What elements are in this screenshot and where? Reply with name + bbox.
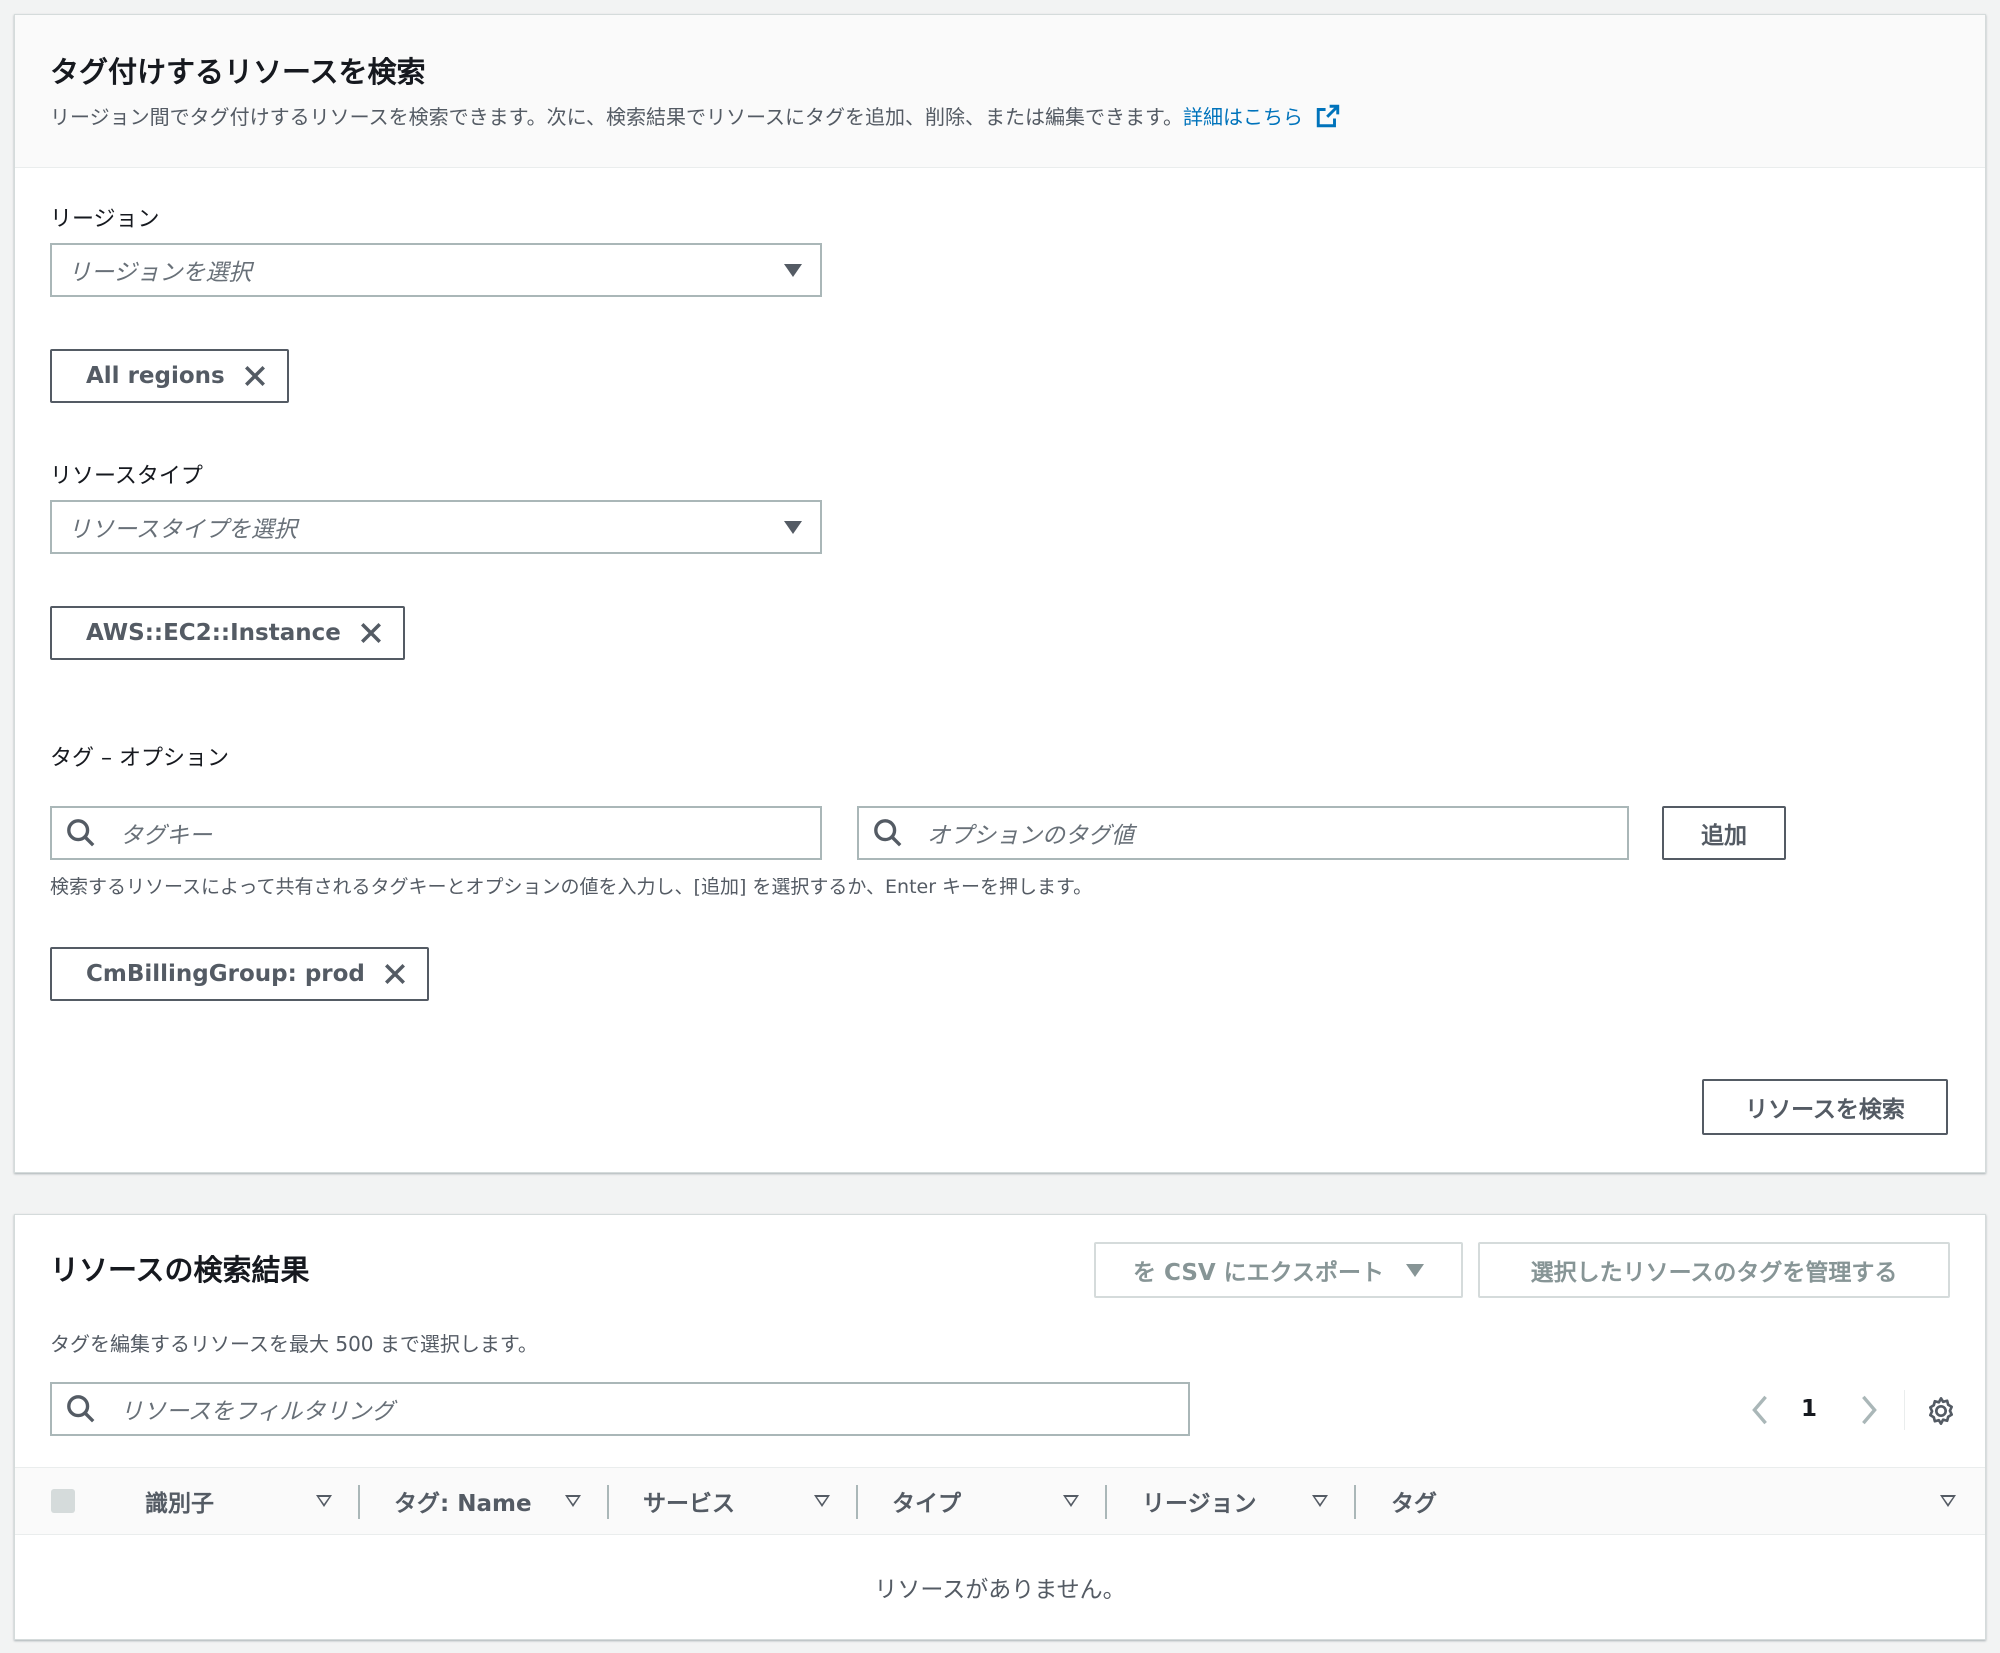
column-header-service[interactable]: サービス: [643, 1468, 735, 1534]
description-text: リージョン間でタグ付けするリソースを検索できます。次に、検索結果でリソースにタグ…: [50, 105, 1183, 129]
resource-type-token: AWS::EC2::Instance: [50, 606, 405, 660]
sort-icon[interactable]: [1940, 1495, 1956, 1507]
tag-key-placeholder: タグキー: [120, 823, 212, 849]
column-header-type[interactable]: タイプ: [892, 1468, 961, 1534]
tag-key-input[interactable]: タグキー: [50, 806, 822, 860]
close-icon[interactable]: [381, 960, 409, 988]
search-icon: [874, 819, 902, 847]
sort-icon[interactable]: [1063, 1495, 1079, 1507]
column-divider[interactable]: [1354, 1485, 1356, 1519]
column-divider[interactable]: [1105, 1485, 1107, 1519]
caret-down-icon: [784, 521, 802, 534]
external-link-icon: [1317, 104, 1340, 128]
region-token: All regions: [50, 349, 289, 403]
search-panel-description: リージョン間でタグ付けするリソースを検索できます。次に、検索結果でリソースにタグ…: [50, 101, 1341, 130]
search-resources-panel: タグ付けするリソースを検索 リージョン間でタグ付けするリソースを検索できます。次…: [14, 14, 1986, 1173]
column-divider[interactable]: [358, 1485, 360, 1519]
pagination-divider: [1904, 1390, 1905, 1430]
search-results-panel: リソースの検索結果 を CSV にエクスポート 選択したリソースのタグを管理する…: [14, 1214, 1986, 1640]
column-header-region[interactable]: リージョン: [1142, 1468, 1257, 1534]
empty-results-message: リソースがありません。: [874, 1577, 1126, 1603]
learn-more-label: 詳細はこちら: [1183, 105, 1303, 129]
previous-page-icon[interactable]: [1748, 1395, 1772, 1425]
learn-more-link[interactable]: 詳細はこちら: [1183, 104, 1341, 129]
export-csv-button[interactable]: を CSV にエクスポート: [1094, 1242, 1463, 1298]
page-number[interactable]: 1: [1801, 1396, 1817, 1422]
results-panel-description: タグを編集するリソースを最大 500 まで選択します。: [50, 1332, 538, 1356]
search-panel-header: [15, 15, 1985, 168]
tags-hint: 検索するリソースによって共有されるタグキーとオプションの値を入力し、[追加] を…: [50, 876, 1093, 898]
add-tag-button[interactable]: 追加: [1662, 806, 1786, 860]
sort-icon[interactable]: [1312, 1495, 1328, 1507]
column-header-tags[interactable]: タグ: [1391, 1468, 1437, 1534]
filter-resources-placeholder: リソースをフィルタリング: [120, 1399, 395, 1425]
close-icon[interactable]: [241, 362, 269, 390]
column-header-tag-name[interactable]: タグ: Name: [394, 1468, 532, 1534]
caret-down-icon: [784, 264, 802, 277]
resource-type-label: リソースタイプ: [50, 464, 203, 489]
gear-icon[interactable]: [1925, 1395, 1957, 1427]
region-select-placeholder: リージョンを選択: [68, 260, 252, 286]
tag-value-input[interactable]: オプションのタグ値: [857, 806, 1629, 860]
resource-type-token-label: AWS::EC2::Instance: [86, 620, 341, 646]
tags-label: タグ – オプション: [50, 746, 229, 771]
results-table-header: 識別子 タグ: Name サービス タイプ リージョン タグ: [15, 1467, 1985, 1535]
column-divider[interactable]: [607, 1485, 609, 1519]
export-csv-label: を CSV にエクスポート: [1133, 1260, 1384, 1286]
region-select[interactable]: リージョンを選択: [50, 243, 822, 297]
sort-icon[interactable]: [316, 1495, 332, 1507]
tag-token: CmBillingGroup: prod: [50, 947, 429, 1001]
region-label: リージョン: [50, 207, 160, 232]
next-page-icon[interactable]: [1857, 1395, 1881, 1425]
resource-type-select-placeholder: リソースタイプを選択: [68, 517, 297, 543]
select-all-checkbox[interactable]: [51, 1489, 75, 1513]
caret-down-icon: [1406, 1263, 1424, 1277]
tag-token-label: CmBillingGroup: prod: [86, 961, 365, 987]
filter-resources-input[interactable]: リソースをフィルタリング: [50, 1382, 1190, 1436]
results-panel-title: リソースの検索結果: [50, 1253, 310, 1287]
column-divider[interactable]: [856, 1485, 858, 1519]
search-icon: [67, 1395, 95, 1423]
manage-tags-button[interactable]: 選択したリソースのタグを管理する: [1478, 1242, 1950, 1298]
region-token-label: All regions: [86, 363, 225, 389]
close-icon[interactable]: [357, 619, 385, 647]
resource-type-select[interactable]: リソースタイプを選択: [50, 500, 822, 554]
search-panel-title: タグ付けするリソースを検索: [50, 55, 426, 89]
search-icon: [67, 819, 95, 847]
sort-icon[interactable]: [565, 1495, 581, 1507]
search-resources-button[interactable]: リソースを検索: [1702, 1079, 1948, 1135]
column-header-identifier[interactable]: 識別子: [145, 1468, 214, 1534]
tag-value-placeholder: オプションのタグ値: [927, 823, 1134, 849]
sort-icon[interactable]: [814, 1495, 830, 1507]
